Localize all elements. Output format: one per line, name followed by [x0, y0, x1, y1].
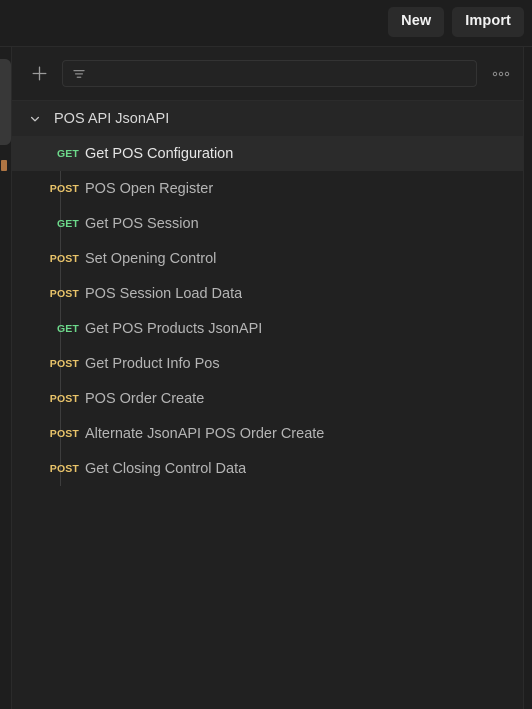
left-activity-rail: [0, 47, 12, 709]
collections-sidebar: POS API JsonAPI GET Get POS Configuration…: [12, 47, 524, 709]
request-row[interactable]: POST Get Closing Control Data: [12, 451, 523, 486]
request-method-badge: POST: [49, 392, 79, 405]
more-horizontal-icon[interactable]: [489, 62, 513, 86]
collection-header-pos-api-jsonapi[interactable]: POS API JsonAPI: [12, 101, 523, 136]
filter-input[interactable]: [86, 66, 467, 81]
import-button[interactable]: Import: [452, 7, 524, 37]
request-method-badge: POST: [49, 252, 79, 265]
request-name: Set Opening Control: [85, 250, 217, 267]
request-row[interactable]: POST POS Open Register: [12, 171, 523, 206]
request-method-badge: POST: [49, 287, 79, 300]
request-name: POS Order Create: [85, 390, 205, 407]
request-name: Get Product Info Pos: [85, 355, 220, 372]
request-row[interactable]: POST Alternate JsonAPI POS Order Create: [12, 416, 523, 451]
collection-name: POS API JsonAPI: [54, 110, 170, 127]
request-name: POS Session Load Data: [85, 285, 243, 302]
filter-icon: [72, 67, 86, 81]
request-name: Alternate JsonAPI POS Order Create: [85, 425, 325, 442]
request-row[interactable]: POST Get Product Info Pos: [12, 346, 523, 381]
request-method-badge: GET: [56, 217, 79, 230]
chevron-down-icon[interactable]: [26, 110, 44, 128]
request-row[interactable]: POST POS Order Create: [12, 381, 523, 416]
request-name: Get POS Products JsonAPI: [85, 320, 263, 337]
request-name: POS Open Register: [85, 180, 214, 197]
request-row[interactable]: GET Get POS Products JsonAPI: [12, 311, 523, 346]
collections-tree: POS API JsonAPI GET Get POS Configuration…: [12, 101, 523, 708]
request-row[interactable]: POST POS Session Load Data: [12, 276, 523, 311]
top-header-actions: New Import: [388, 7, 524, 37]
rail-status-indicator: [1, 160, 7, 171]
request-name: Get POS Session: [85, 215, 199, 232]
request-name: Get Closing Control Data: [85, 460, 247, 477]
request-method-badge: POST: [49, 462, 79, 475]
request-method-badge: POST: [49, 357, 79, 370]
sidebar-toolbar: [12, 47, 523, 101]
new-button[interactable]: New: [388, 7, 445, 37]
rail-selected-chip[interactable]: [0, 59, 11, 145]
filter-input-wrapper[interactable]: [62, 60, 477, 87]
request-name: Get POS Configuration: [85, 145, 234, 162]
request-row[interactable]: GET Get POS Configuration: [12, 136, 523, 171]
request-method-badge: POST: [49, 182, 79, 195]
request-method-badge: POST: [49, 427, 79, 440]
request-row[interactable]: GET Get POS Session: [12, 206, 523, 241]
request-row[interactable]: POST Set Opening Control: [12, 241, 523, 276]
request-method-badge: GET: [56, 322, 79, 335]
plus-icon[interactable]: [26, 61, 52, 87]
request-method-badge: GET: [56, 147, 79, 160]
request-list: GET Get POS Configuration POST POS Open Reg…: [12, 136, 523, 486]
top-header-bar: New Import: [0, 0, 532, 47]
